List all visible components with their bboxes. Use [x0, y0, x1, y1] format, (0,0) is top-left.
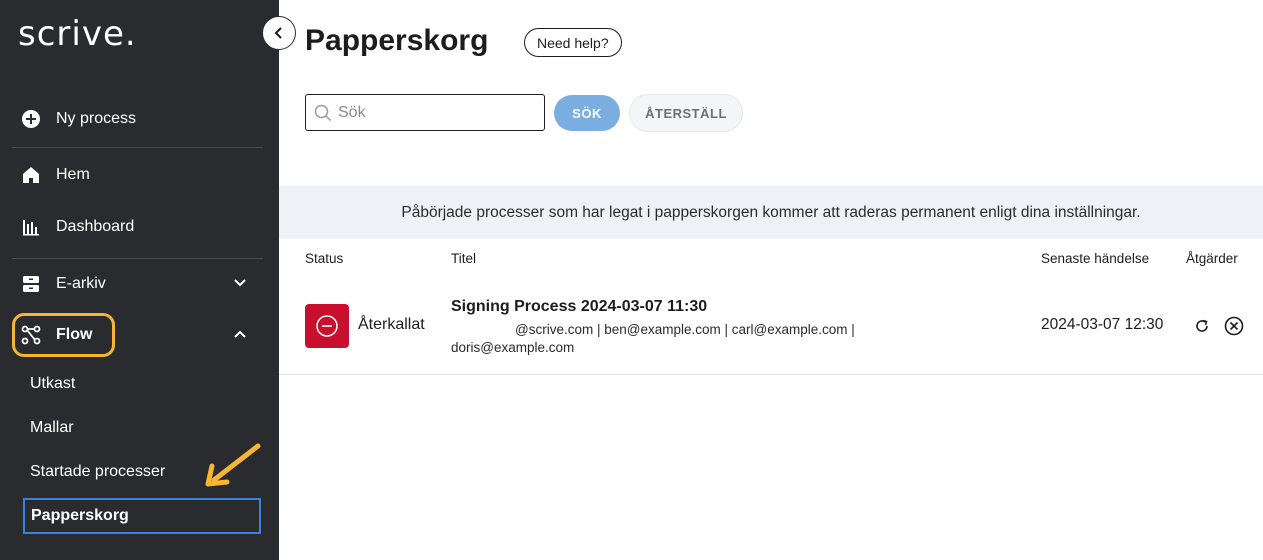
search-input[interactable]: [338, 103, 538, 122]
divider: [12, 147, 263, 148]
sidebar-item-label: Dashboard: [56, 218, 135, 235]
sidebar-subitem-trash[interactable]: Papperskorg: [23, 498, 261, 534]
scrive-logo[interactable]: scrive.: [18, 14, 137, 54]
sidebar-item-home[interactable]: Hem: [12, 155, 263, 195]
chevron-down-icon: [233, 276, 247, 295]
sidebar-item-dashboard[interactable]: Dashboard: [12, 207, 263, 247]
status-label: Återkallat: [358, 316, 425, 333]
divider: [12, 258, 263, 259]
archive-icon: [20, 273, 42, 295]
new-process-label: Ny process: [56, 110, 137, 127]
new-process-button[interactable]: Ny process: [12, 99, 263, 139]
sidebar-item-label: E-arkiv: [56, 275, 106, 292]
sidebar-item-label: Flow: [56, 326, 93, 343]
sidebar-subitem-templates[interactable]: Mallar: [30, 419, 74, 437]
flow-icon: [20, 324, 42, 346]
trash-notice-banner: Påbörjade processer som har legat i papp…: [279, 186, 1263, 239]
chevron-left-icon: [274, 27, 282, 39]
minus-circle-icon: [316, 315, 338, 337]
column-header-title: Titel: [451, 251, 477, 266]
bar-chart-icon: [20, 216, 42, 238]
home-icon: [20, 164, 42, 186]
parties-line-1: @scrive.com | ben@example.com | carl@exa…: [515, 322, 855, 337]
parties-line-2: doris@example.com: [451, 340, 575, 355]
chevron-up-icon: [233, 327, 247, 346]
process-title[interactable]: Signing Process 2024-03-07 11:30: [451, 298, 707, 316]
arrow-pointer-annotation: [205, 443, 261, 487]
sidebar-item-flow[interactable]: Flow: [12, 315, 263, 355]
search-icon: [314, 104, 332, 121]
reset-button[interactable]: ÅTERSTÄLL: [629, 94, 743, 132]
sidebar: scrive. Ny process Hem Dashboard E-arkiv: [0, 0, 279, 560]
sidebar-subitem-drafts[interactable]: Utkast: [30, 375, 75, 393]
column-header-status: Status: [305, 251, 344, 266]
column-header-last-event: Senaste händelse: [1041, 251, 1150, 266]
column-header-actions: Åtgärder: [1186, 251, 1238, 266]
process-parties: @scrive.com | ben@example.com | carl@exa…: [451, 321, 931, 357]
status-badge: [305, 304, 349, 348]
need-help-button[interactable]: Need help?: [524, 28, 622, 57]
sidebar-item-label: Hem: [56, 166, 90, 183]
notice-text: Påbörjade processer som har legat i papp…: [401, 203, 1141, 221]
restore-icon[interactable]: [1193, 317, 1211, 335]
plus-circle-icon: [20, 108, 42, 130]
last-event-date: 2024-03-07 12:30: [1041, 316, 1164, 333]
row-divider: [279, 374, 1263, 375]
collapse-sidebar-button[interactable]: [262, 16, 296, 50]
search-button[interactable]: SÖK: [554, 95, 620, 131]
page-title: Papperskorg: [305, 24, 489, 57]
search-field[interactable]: [305, 94, 545, 131]
sidebar-subitem-started-processes[interactable]: Startade processer: [30, 463, 165, 481]
sidebar-item-earchive[interactable]: E-arkiv: [12, 264, 263, 304]
delete-permanently-icon[interactable]: [1224, 316, 1244, 336]
